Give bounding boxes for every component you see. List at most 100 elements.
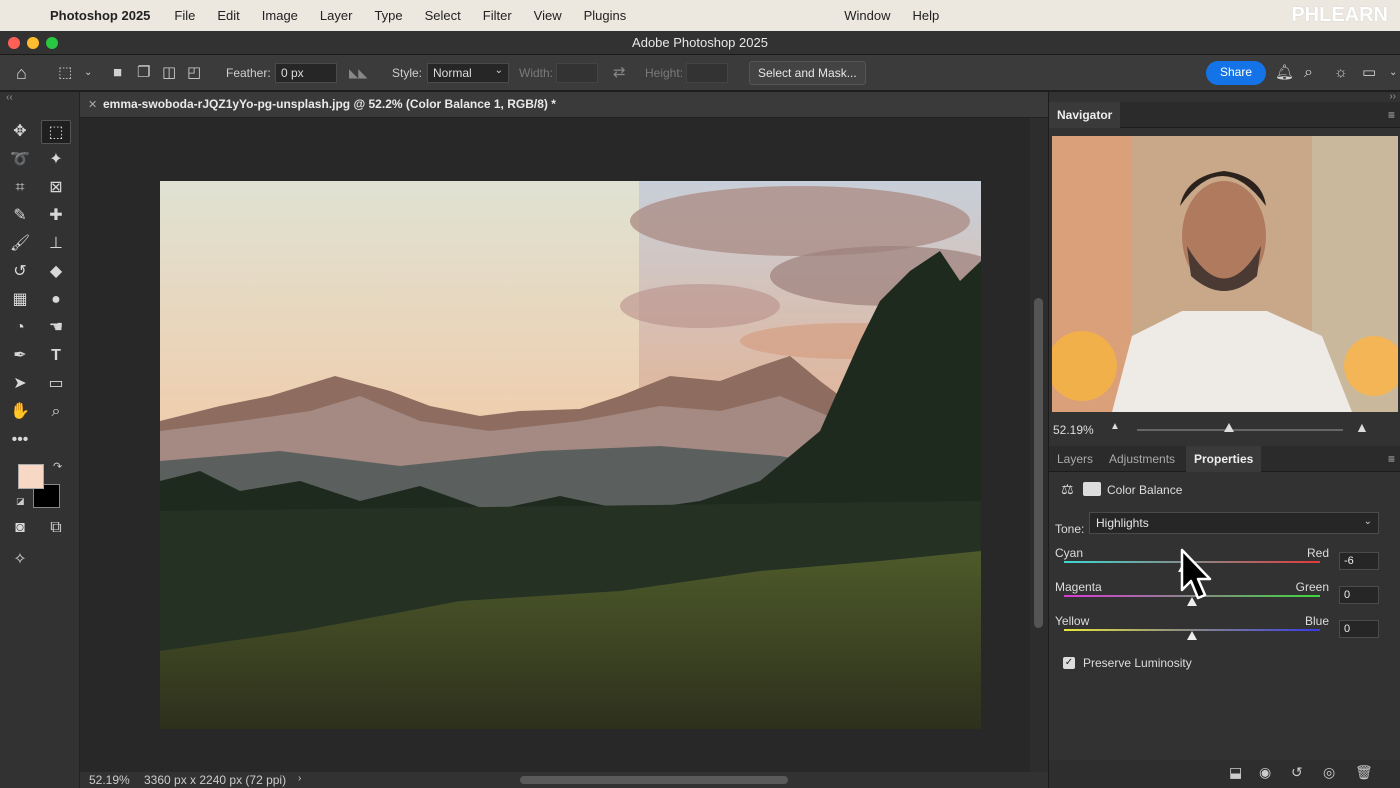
dodge-tool-icon[interactable]: ◔ <box>5 316 35 340</box>
navigator-zoom-track[interactable] <box>1137 429 1343 431</box>
menu-file[interactable]: File <box>174 8 195 23</box>
eraser-tool-icon[interactable]: ◆ <box>41 260 71 284</box>
zoom-out-icon[interactable]: ▲ <box>1110 421 1120 432</box>
menu-filter[interactable]: Filter <box>483 8 512 23</box>
visibility-eye-icon[interactable]: ◎ <box>1323 764 1335 781</box>
width-input[interactable] <box>556 63 598 83</box>
layer-mask-icon[interactable] <box>1083 482 1101 496</box>
zoom-in-icon[interactable]: ▲ <box>1355 419 1369 435</box>
crop-tool-icon[interactable]: ⌗ <box>5 176 35 200</box>
frame-tool-icon[interactable]: ⊠ <box>41 176 71 200</box>
menu-window[interactable]: Window <box>844 8 890 23</box>
rectangular-marquee-tool-icon[interactable]: ⬚ <box>41 120 71 144</box>
quick-mask-icon[interactable]: ◙ <box>5 516 35 540</box>
panel-menu-icon[interactable]: ≡ <box>1388 108 1395 122</box>
clone-stamp-tool-icon[interactable]: ⊥ <box>41 232 71 256</box>
panel-menu-icon[interactable]: ≡ <box>1388 452 1395 466</box>
menu-app-name[interactable]: Photoshop 2025 <box>50 8 150 23</box>
chevron-down-icon[interactable]: ⌄ <box>1389 63 1397 83</box>
brush-tool-icon[interactable]: 🖌︎ <box>5 232 35 256</box>
height-input[interactable] <box>686 63 728 83</box>
marquee-preset-icon[interactable]: ⬚ <box>58 63 72 83</box>
vertical-scrollbar[interactable] <box>1030 118 1048 772</box>
gradient-tool-icon[interactable]: ▦ <box>5 288 35 312</box>
navigator-zoom-knob[interactable] <box>1224 423 1234 432</box>
rectangle-tool-icon[interactable]: ▭ <box>41 372 71 396</box>
feather-input[interactable]: 0 px <box>275 63 337 83</box>
lightbulb-icon[interactable]: ☼ <box>1334 63 1348 83</box>
tone-select[interactable]: Highlights ⌄ <box>1089 512 1379 534</box>
cyan-red-value[interactable]: -6 <box>1339 552 1379 570</box>
menu-edit[interactable]: Edit <box>217 8 239 23</box>
foreground-color-swatch[interactable] <box>18 464 44 489</box>
close-document-icon[interactable]: ✕ <box>88 98 97 111</box>
lasso-tool-icon[interactable]: ➰ <box>5 148 35 172</box>
more-tools-icon[interactable]: ••• <box>5 428 35 452</box>
new-selection-icon[interactable]: ■ <box>113 63 122 83</box>
horizontal-scroll-thumb[interactable] <box>520 776 788 784</box>
tab-adjustments[interactable]: Adjustments <box>1101 446 1183 472</box>
move-tool-icon[interactable]: ✥ <box>5 120 35 144</box>
preserve-luminosity-checkbox[interactable]: ✓ <box>1063 657 1075 669</box>
tab-navigator[interactable]: Navigator <box>1049 102 1121 128</box>
swap-icon[interactable]: ⇄ <box>613 63 626 83</box>
eyedropper-tool-icon[interactable]: ✎ <box>5 204 35 228</box>
collapse-panels-icon[interactable]: ›› <box>1389 91 1396 102</box>
search-icon[interactable]: ⌕ <box>1304 63 1313 83</box>
close-window-button[interactable] <box>8 37 20 49</box>
collapse-arrows-icon[interactable]: ‹‹ <box>6 92 13 103</box>
clip-to-layer-icon[interactable]: ⬓ <box>1229 764 1242 781</box>
magic-wand-tool-icon[interactable]: ✦ <box>41 148 71 172</box>
bell-icon[interactable]: 🔔︎ <box>1275 63 1294 83</box>
menu-help[interactable]: Help <box>913 8 940 23</box>
style-select[interactable]: Normal ⌄ <box>427 63 509 83</box>
swap-colors-icon[interactable]: ↷ <box>53 460 62 473</box>
tab-layers[interactable]: Layers <box>1049 446 1101 472</box>
navigator-preview[interactable] <box>1052 136 1398 412</box>
hand-tool-icon[interactable]: ✋ <box>5 400 35 424</box>
chevron-down-icon[interactable]: ⌄ <box>84 63 92 83</box>
zoom-tool-icon[interactable]: ⌕ <box>41 400 71 424</box>
smudge-tool-icon[interactable]: ☚ <box>41 316 71 340</box>
minimize-window-button[interactable] <box>27 37 39 49</box>
vertical-scroll-thumb[interactable] <box>1034 298 1043 628</box>
reset-icon[interactable]: ↺ <box>1291 764 1303 781</box>
home-icon[interactable]: ⌂ <box>16 63 27 83</box>
intersect-selection-icon[interactable]: ◰ <box>187 63 201 83</box>
yellow-label: Yellow <box>1055 614 1090 628</box>
menu-layer[interactable]: Layer <box>320 8 353 23</box>
watermark-logo: PHLEARN <box>1291 4 1388 26</box>
menu-select[interactable]: Select <box>425 8 461 23</box>
view-previous-state-icon[interactable]: ◉ <box>1259 764 1271 781</box>
share-button[interactable]: Share <box>1206 61 1267 85</box>
healing-brush-tool-icon[interactable]: ✚ <box>41 204 71 228</box>
chevron-right-icon[interactable]: › <box>298 773 301 784</box>
pen-tool-icon[interactable]: ✒ <box>5 344 35 368</box>
select-and-mask-button[interactable]: Select and Mask... <box>749 61 866 85</box>
screen-mode-icon[interactable]: ⧉ <box>41 516 71 540</box>
menu-plugins[interactable]: Plugins <box>584 8 627 23</box>
add-selection-icon[interactable]: ❐ <box>137 63 150 83</box>
yellow-blue-value[interactable]: 0 <box>1339 620 1379 638</box>
generative-fill-icon[interactable]: ✧ <box>5 548 35 572</box>
history-brush-tool-icon[interactable]: ↺ <box>5 260 35 284</box>
anti-alias-icon[interactable]: ◣◣ <box>349 63 367 83</box>
menu-view[interactable]: View <box>534 8 562 23</box>
landscape-photo[interactable] <box>160 181 981 729</box>
type-tool-icon[interactable]: T <box>41 344 71 368</box>
delete-trash-icon[interactable]: 🗑︎ <box>1355 764 1373 781</box>
path-selection-tool-icon[interactable]: ➤ <box>5 372 35 396</box>
workspace-icon[interactable]: ▭ <box>1362 63 1376 83</box>
menu-image[interactable]: Image <box>262 8 298 23</box>
default-colors-icon[interactable]: ◪ <box>16 496 25 507</box>
navigator-zoom-value[interactable]: 52.19% <box>1053 423 1094 437</box>
subtract-selection-icon[interactable]: ◫ <box>162 63 176 83</box>
yellow-blue-knob[interactable] <box>1187 631 1197 640</box>
magenta-green-value[interactable]: 0 <box>1339 586 1379 604</box>
zoom-window-button[interactable] <box>46 37 58 49</box>
tab-properties[interactable]: Properties <box>1186 446 1262 472</box>
document-tab[interactable]: ✕ emma-swoboda-rJQZ1yYo-pg-unsplash.jpg … <box>80 92 1048 118</box>
blur-tool-icon[interactable]: ● <box>41 288 71 312</box>
status-zoom[interactable]: 52.19% <box>89 773 130 787</box>
menu-type[interactable]: Type <box>374 8 402 23</box>
